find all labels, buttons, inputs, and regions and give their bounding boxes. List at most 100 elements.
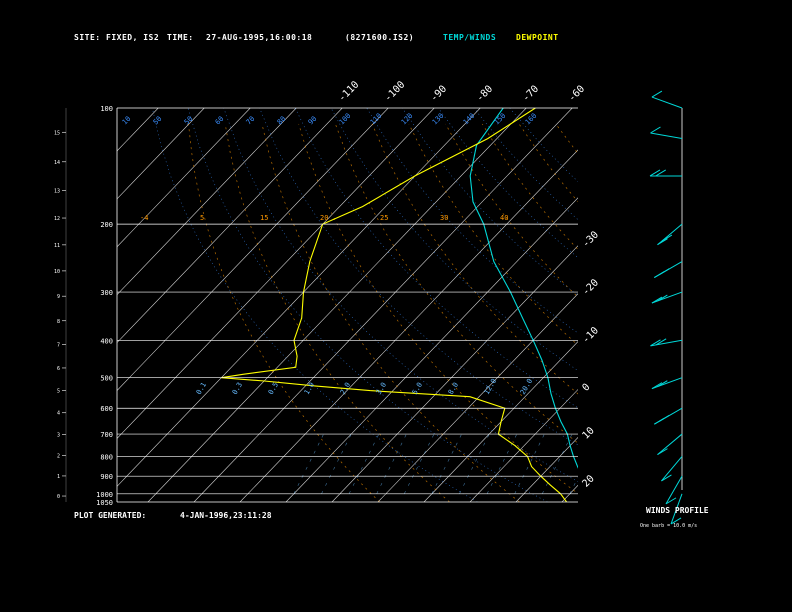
isotherm-line: [0, 108, 112, 502]
wind-barb-flag: [661, 474, 672, 482]
dry-adiabat-label: 15: [260, 214, 268, 222]
moist-adiabat: [223, 108, 578, 482]
height-label: 9: [57, 294, 60, 300]
dry-adiabat-label: 20: [320, 214, 328, 222]
pressure-label: 600: [100, 405, 113, 413]
dry-adiabat: [298, 123, 578, 494]
mixing-ratio-line: [376, 433, 407, 494]
wind-barb-staff: [657, 223, 683, 246]
pressure-label: 1000: [96, 491, 113, 499]
moist-adiabat-label: 150: [493, 112, 508, 127]
plot-generated-value: 4-JAN-1996,23:11:28: [180, 511, 272, 520]
wind-barb-staff: [651, 291, 683, 304]
skewt-chart: 1002003004005006007008009001000105001234…: [0, 79, 792, 525]
mixing-ratio-line: [486, 433, 518, 494]
isotherm-line: [193, 108, 573, 502]
dry-adiabat: [408, 123, 578, 346]
plot-area: [0, 108, 792, 502]
dry-adiabat: [482, 123, 578, 250]
height-label: 8: [57, 319, 60, 325]
top-temp-label: -60: [567, 84, 588, 105]
height-label: 13: [54, 188, 60, 194]
height-label: 6: [57, 366, 60, 372]
right-temp-label: -20: [580, 277, 601, 298]
height-label: 14: [54, 160, 60, 166]
mixing-ratio-line: [597, 434, 627, 494]
isotherm-line: [117, 108, 251, 248]
isotherm-line: [147, 108, 527, 502]
dry-adiabat: [666, 124, 792, 502]
moist-adiabat-label: 90: [307, 115, 319, 127]
isotherm-line: [117, 108, 389, 391]
isotherm-line: [515, 436, 578, 502]
dry-adiabat: [739, 124, 792, 502]
mixing-ratio-line: [653, 434, 683, 494]
mixing-ratio-label: 0.3: [231, 381, 244, 396]
mixing-ratio-line: [321, 433, 352, 494]
moist-adiabat-label: 60: [214, 115, 226, 127]
moist-adiabat-label: 10: [121, 115, 133, 127]
mixing-ratio-line: [348, 433, 380, 494]
dry-adiabat: [371, 123, 578, 395]
mixing-ratio-label: 8.0: [447, 381, 460, 396]
dry-adiabat-label: 25: [380, 214, 388, 222]
wind-barb-flag: [657, 238, 668, 246]
wind-barb-flag: [655, 169, 667, 177]
top-temp-label: -100: [383, 79, 408, 104]
moist-adiabat-label: 70: [245, 115, 257, 127]
right-temp-label: 0: [580, 382, 592, 394]
wind-barb-flag: [659, 268, 670, 276]
dry-adiabat: [518, 123, 578, 203]
temperature-trace: [469, 108, 578, 469]
right-temp-label: 10: [580, 425, 596, 441]
moist-adiabat: [259, 108, 578, 446]
moist-adiabat-label: 120: [400, 112, 415, 127]
isotherm-line: [746, 108, 792, 502]
wind-barb-flag: [649, 169, 661, 177]
moist-adiabat-label: 110: [369, 112, 384, 127]
right-temp-label: -30: [580, 229, 601, 250]
moist-adiabat-label: 50: [152, 115, 164, 127]
moist-adiabat: [437, 108, 578, 258]
pressure-label: 400: [100, 337, 113, 345]
pressure-label: 800: [100, 453, 113, 461]
height-label: 12: [54, 216, 60, 222]
wind-barb-staff: [661, 456, 683, 482]
pressure-label: 900: [100, 473, 113, 481]
wind-barb-flag: [651, 90, 663, 98]
wind-barb-flag: [657, 448, 668, 456]
height-label: 5: [57, 389, 60, 395]
wind-barb-flag: [650, 126, 661, 134]
pressure-label: 100: [100, 105, 113, 113]
isotherm-line: [331, 245, 578, 502]
isotherm-line: [423, 341, 578, 502]
dewpoint-trace: [221, 108, 568, 502]
mixing-ratio-line: [293, 433, 324, 494]
pressure-label: 300: [100, 289, 113, 297]
isotherm-line: [469, 389, 578, 502]
wind-barb-staff: [657, 433, 683, 456]
height-label: 15: [54, 130, 60, 136]
isotherm-line: [117, 108, 435, 439]
winds-profile-title: WINDS PROFILE: [646, 506, 709, 515]
moist-adiabat-label: 130: [431, 112, 446, 127]
plot-generated-label: PLOT GENERATED:: [74, 511, 147, 520]
height-label: 1: [57, 474, 60, 480]
height-label: 11: [54, 243, 60, 249]
moist-adiabat-label: 80: [276, 115, 288, 127]
wind-barb-flag: [661, 234, 673, 242]
dry-adiabat: [629, 124, 792, 502]
dry-adiabat: [555, 123, 578, 154]
moist-adiabat: [294, 108, 578, 409]
dry-adiabat: [703, 124, 792, 502]
moist-adiabat: [366, 108, 578, 334]
height-label: 4: [57, 411, 60, 417]
mixing-ratio-line: [514, 433, 545, 494]
dry-adiabat: [261, 123, 520, 502]
moist-adiabat: [187, 108, 548, 502]
top-temp-label: -70: [521, 84, 542, 105]
dry-adiabat: [593, 124, 792, 502]
pressure-label: 1050: [96, 499, 113, 507]
moist-adiabat: [473, 108, 578, 221]
mixing-ratio-line: [625, 434, 655, 494]
